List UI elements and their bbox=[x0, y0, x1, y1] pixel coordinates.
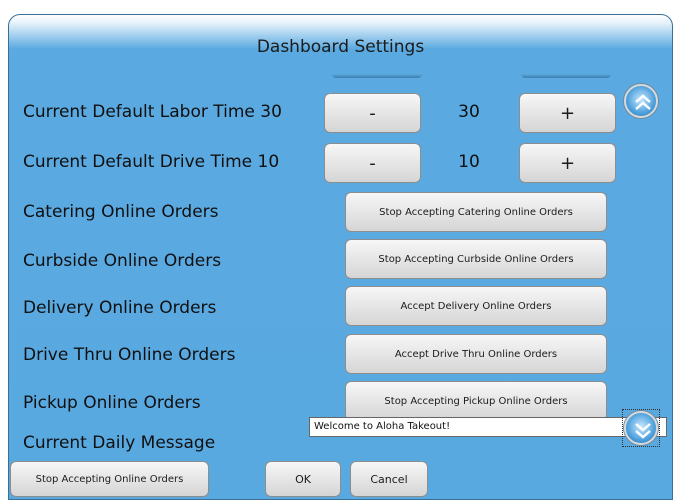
pickup-orders-label: Pickup Online Orders bbox=[23, 393, 201, 413]
drive-thru-orders-label: Drive Thru Online Orders bbox=[23, 345, 236, 365]
daily-message-input[interactable]: Welcome to Aloha Takeout! bbox=[309, 417, 667, 437]
dialog-title: Dashboard Settings bbox=[256, 37, 425, 57]
stop-accepting-online-orders-button[interactable]: Stop Accepting Online Orders bbox=[10, 461, 209, 497]
labor-time-label: Current Default Labor Time 30 bbox=[23, 102, 282, 122]
catering-orders-label: Catering Online Orders bbox=[23, 202, 219, 222]
double-chevron-up-icon bbox=[635, 94, 651, 110]
scroll-up-button[interactable] bbox=[624, 84, 658, 118]
curbside-orders-label: Curbside Online Orders bbox=[23, 251, 222, 271]
catering-orders-toggle-button[interactable]: Stop Accepting Catering Online Orders bbox=[345, 192, 607, 232]
scroll-hint-left bbox=[332, 74, 422, 78]
double-chevron-down-icon bbox=[635, 423, 651, 439]
daily-message-label: Current Daily Message bbox=[23, 433, 216, 453]
scroll-hint-right bbox=[521, 74, 611, 78]
labor-decrease-button[interactable]: - bbox=[324, 93, 421, 133]
drive-thru-orders-toggle-button[interactable]: Accept Drive Thru Online Orders bbox=[345, 334, 607, 374]
scroll-down-button[interactable] bbox=[624, 411, 658, 445]
drive-increase-button[interactable]: + bbox=[519, 143, 616, 183]
pickup-orders-toggle-button[interactable]: Stop Accepting Pickup Online Orders bbox=[345, 381, 607, 421]
ok-button[interactable]: OK bbox=[265, 461, 341, 497]
cancel-button[interactable]: Cancel bbox=[350, 461, 428, 497]
delivery-orders-label: Delivery Online Orders bbox=[23, 298, 217, 318]
curbside-orders-toggle-button[interactable]: Stop Accepting Curbside Online Orders bbox=[345, 239, 607, 279]
labor-time-value: 30 bbox=[458, 102, 480, 122]
drive-time-label: Current Default Drive Time 10 bbox=[23, 152, 280, 172]
delivery-orders-toggle-button[interactable]: Accept Delivery Online Orders bbox=[345, 286, 607, 326]
drive-decrease-button[interactable]: - bbox=[324, 143, 421, 183]
drive-time-value: 10 bbox=[458, 152, 480, 172]
labor-increase-button[interactable]: + bbox=[519, 93, 616, 133]
